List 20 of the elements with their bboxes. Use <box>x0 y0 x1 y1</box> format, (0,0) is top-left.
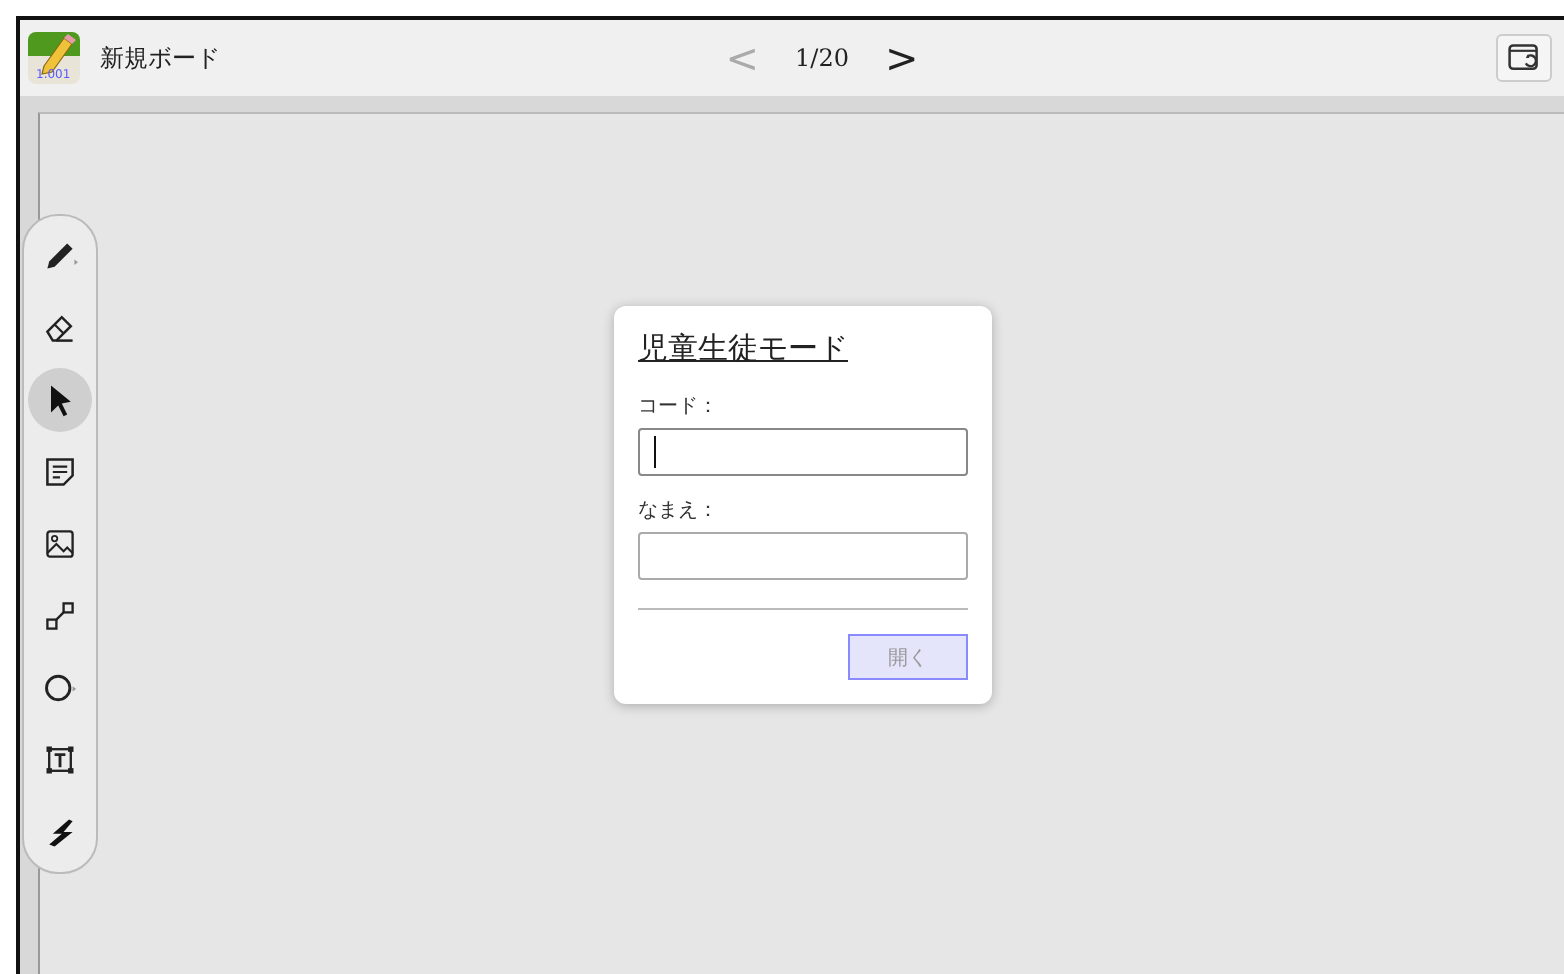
input-field[interactable] <box>638 428 968 476</box>
image-icon <box>42 526 78 562</box>
pointer-tool-button[interactable] <box>28 368 92 432</box>
next-page-button[interactable]: > <box>876 34 927 82</box>
eraser-icon <box>42 310 78 346</box>
note-icon <box>42 454 78 490</box>
text-cursor <box>654 436 656 468</box>
page-counter: 1/20 <box>795 44 849 72</box>
board-title: 新規ボード <box>100 41 220 75</box>
dialog-title: 児童生徒モード <box>638 330 848 368</box>
window-refresh-icon <box>1505 40 1542 76</box>
circle-icon <box>42 670 78 706</box>
text-box-icon <box>42 742 78 778</box>
window-refresh-button[interactable] <box>1495 34 1552 82</box>
pencil-icon <box>42 238 78 274</box>
connector-icon <box>42 598 78 634</box>
input-field[interactable] <box>638 532 968 580</box>
field-label: なまえ： <box>638 498 718 524</box>
app-icon[interactable] <box>28 32 80 84</box>
field-label: コード： <box>638 394 718 420</box>
